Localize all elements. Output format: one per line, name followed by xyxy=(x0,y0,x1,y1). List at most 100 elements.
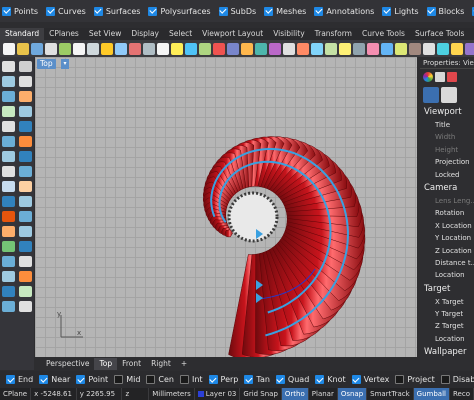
toolbar-tool-icon[interactable] xyxy=(87,42,99,55)
property-x-location[interactable]: X Location xyxy=(420,220,474,232)
property-location[interactable]: Location xyxy=(420,269,474,281)
tab-soli[interactable]: Soli xyxy=(469,28,474,40)
cplane-label[interactable]: CPlane xyxy=(0,388,32,400)
osnap-end[interactable]: End xyxy=(6,375,33,384)
side-tool-icon[interactable] xyxy=(2,76,15,87)
toolbar-tool-icon[interactable] xyxy=(381,42,393,55)
add-viewport-button[interactable]: + xyxy=(176,358,192,370)
checkbox[interactable] xyxy=(275,375,285,384)
toolbar-tool-icon[interactable] xyxy=(185,42,197,55)
checkbox[interactable] xyxy=(208,375,218,384)
checkbox[interactable] xyxy=(395,375,405,384)
property-y-target[interactable]: Y Target xyxy=(420,308,474,320)
side-tool-icon[interactable] xyxy=(2,286,15,297)
property-location[interactable]: Location xyxy=(420,333,474,345)
tab-viewport-layout[interactable]: Viewport Layout xyxy=(197,28,268,40)
toolbar-tool-icon[interactable] xyxy=(143,42,155,55)
property-projection[interactable]: Projection xyxy=(420,156,474,168)
tab-surface-tools[interactable]: Surface Tools xyxy=(410,28,469,40)
side-tool-icon[interactable] xyxy=(19,121,32,132)
toolbar-tool-icon[interactable] xyxy=(437,42,449,55)
tab-standard[interactable]: Standard xyxy=(0,28,45,40)
checkbox[interactable] xyxy=(46,6,56,16)
toolbar-tool-icon[interactable] xyxy=(157,42,169,55)
side-tool-icon[interactable] xyxy=(19,286,32,297)
toolbar-tool-icon[interactable] xyxy=(297,42,309,55)
osnap-knot[interactable]: Knot xyxy=(315,375,346,384)
toolbar-tool-icon[interactable] xyxy=(115,42,127,55)
osnap-vertex[interactable]: Vertex xyxy=(351,375,389,384)
checkbox[interactable] xyxy=(315,375,325,384)
toggle-planar[interactable]: Planar xyxy=(309,388,338,400)
checkbox[interactable] xyxy=(426,6,436,16)
camera-icon[interactable] xyxy=(423,87,439,103)
tab-display[interactable]: Display xyxy=(126,28,164,40)
toggle-smarttrack[interactable]: SmartTrack xyxy=(367,388,414,400)
side-tool-icon[interactable] xyxy=(2,61,15,72)
toggle-grid-snap[interactable]: Grid Snap xyxy=(240,388,282,400)
toggle-ortho[interactable]: Ortho xyxy=(281,388,309,400)
checkbox[interactable] xyxy=(244,375,254,384)
viewport-menu-chevron-icon[interactable]: ▾ xyxy=(61,59,69,69)
filter-surfaces[interactable]: Surfaces xyxy=(93,6,140,16)
side-tool-icon[interactable] xyxy=(2,226,15,237)
checkbox[interactable] xyxy=(314,6,324,16)
filter-meshes[interactable]: Meshes xyxy=(264,6,306,16)
checkbox[interactable] xyxy=(351,375,361,384)
toolbar-tool-icon[interactable] xyxy=(241,42,253,55)
side-tool-icon[interactable] xyxy=(2,271,15,282)
toolbar-tool-icon[interactable] xyxy=(423,42,435,55)
toolbar-tool-icon[interactable] xyxy=(325,42,337,55)
osnap-disable[interactable]: Disable xyxy=(440,375,474,384)
toolbar-tool-icon[interactable] xyxy=(3,42,15,55)
toolbar-tool-icon[interactable] xyxy=(31,42,43,55)
side-tool-icon[interactable] xyxy=(2,166,15,177)
side-tool-icon[interactable] xyxy=(2,301,15,312)
osnap-near[interactable]: Near xyxy=(39,375,70,384)
toolbar-tool-icon[interactable] xyxy=(101,42,113,55)
side-tool-icon[interactable] xyxy=(2,121,15,132)
toolbar-tool-icon[interactable] xyxy=(451,42,463,55)
layer-selector[interactable]: Layer 03 xyxy=(195,388,241,400)
toolbar-tool-icon[interactable] xyxy=(353,42,365,55)
toolbar-tool-icon[interactable] xyxy=(59,42,71,55)
tab-transform[interactable]: Transform xyxy=(310,28,357,40)
side-tool-icon[interactable] xyxy=(19,226,32,237)
osnap-mid[interactable]: Mid xyxy=(114,375,140,384)
toolbar-tool-icon[interactable] xyxy=(227,42,239,55)
property-z-target[interactable]: Z Target xyxy=(420,320,474,332)
side-tool-icon[interactable] xyxy=(19,301,32,312)
toggle-gumball[interactable]: Gumball xyxy=(413,388,450,400)
toolbar-tool-icon[interactable] xyxy=(45,42,57,55)
side-tool-icon[interactable] xyxy=(2,241,15,252)
checkbox[interactable] xyxy=(146,375,156,384)
toolbar-tool-icon[interactable] xyxy=(17,42,29,55)
toolbar-tool-icon[interactable] xyxy=(129,42,141,55)
viewport-tab-right[interactable]: Right xyxy=(146,358,176,370)
checkbox[interactable] xyxy=(76,375,86,384)
side-tool-icon[interactable] xyxy=(2,181,15,192)
viewport-tab-perspective[interactable]: Perspective xyxy=(41,358,94,370)
toggle-reco[interactable]: Reco xyxy=(450,388,474,400)
property-title[interactable]: Title xyxy=(420,119,474,131)
osnap-quad[interactable]: Quad xyxy=(275,375,309,384)
filter-curves[interactable]: Curves xyxy=(46,6,86,16)
side-tool-icon[interactable] xyxy=(2,256,15,267)
toolbar-tool-icon[interactable] xyxy=(339,42,351,55)
property-z-location[interactable]: Z Location xyxy=(420,245,474,257)
filter-blocks[interactable]: Blocks xyxy=(426,6,464,16)
checkbox[interactable] xyxy=(6,375,15,384)
toolbar-tool-icon[interactable] xyxy=(73,42,85,55)
property-rotation[interactable]: Rotation xyxy=(420,207,474,219)
side-tool-icon[interactable] xyxy=(19,271,32,282)
tab-visibility[interactable]: Visibility xyxy=(268,28,309,40)
filter-lights[interactable]: Lights xyxy=(382,6,419,16)
display-icon[interactable] xyxy=(441,87,457,103)
side-tool-icon[interactable] xyxy=(19,181,32,192)
osnap-cen[interactable]: Cen xyxy=(146,375,174,384)
tab-cplanes[interactable]: CPlanes xyxy=(44,28,84,40)
checkbox[interactable] xyxy=(148,6,158,16)
side-tool-icon[interactable] xyxy=(19,166,32,177)
toolbar-tool-icon[interactable] xyxy=(311,42,323,55)
checkbox[interactable] xyxy=(382,6,392,16)
